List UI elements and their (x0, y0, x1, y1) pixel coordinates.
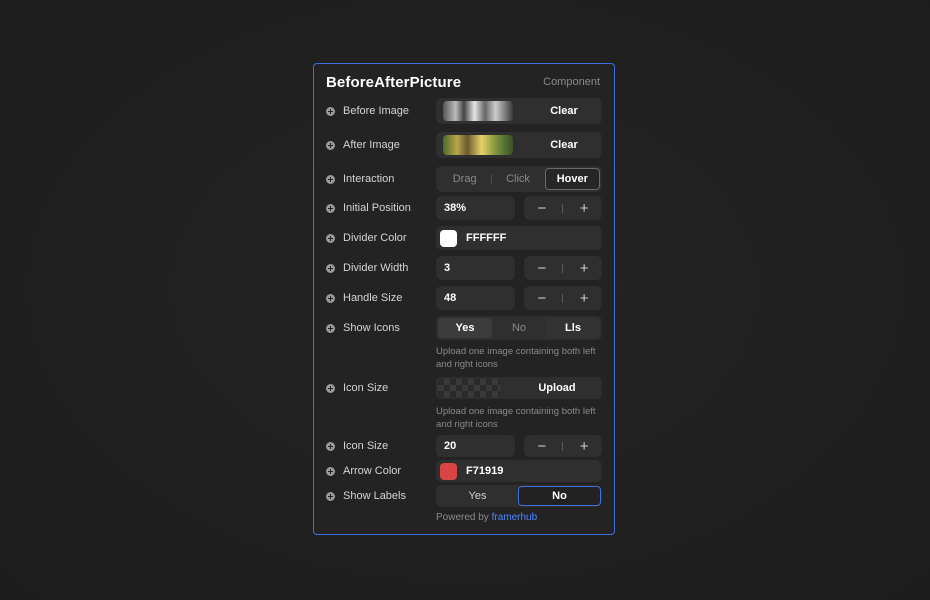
initial-position-label: Initial Position (343, 202, 411, 214)
icon-size-stepper: − + (524, 435, 602, 457)
transparent-image-placeholder (438, 379, 500, 397)
row-interaction: Interaction Drag Click Hover (314, 166, 614, 192)
panel-header: BeforeAfterPicture Component (326, 72, 600, 92)
row-divider-color: Divider Color FFFFFF (314, 225, 614, 251)
add-icon[interactable] (326, 203, 335, 213)
panel-kind-label: Component (543, 76, 600, 88)
add-icon[interactable] (326, 491, 335, 501)
stepper-divider (562, 441, 564, 451)
add-icon[interactable] (326, 233, 335, 243)
row-before-image: Before Image Clear (314, 98, 614, 124)
before-image-label: Before Image (343, 105, 410, 117)
add-icon[interactable] (326, 106, 335, 116)
decrement-button[interactable]: − (527, 438, 557, 455)
add-icon[interactable] (326, 263, 335, 273)
stepper-divider (562, 263, 564, 273)
decrement-button[interactable]: − (527, 260, 557, 277)
show-icons-segmented-control[interactable]: Yes No Lls (436, 316, 602, 340)
show-labels-label: Show Labels (343, 490, 406, 502)
divider-color-hex: FFFFFF (466, 232, 507, 244)
after-image-thumbnail (443, 135, 513, 155)
arrow-color-hex: F71919 (466, 465, 504, 477)
row-handle-size: Handle Size 48 − + (314, 285, 614, 311)
icon-upload-control[interactable]: Upload (436, 377, 602, 399)
row-show-icons: Show Icons Yes No Lls (314, 315, 614, 341)
increment-button[interactable]: + (569, 200, 599, 217)
interaction-label: Interaction (343, 173, 395, 185)
footer-prefix: Powered by (436, 512, 489, 523)
handle-size-label: Handle Size (343, 292, 403, 304)
add-icon[interactable] (326, 323, 335, 333)
properties-panel: BeforeAfterPicture Component Before Imag… (313, 63, 615, 535)
interaction-option-hover[interactable]: Hover (544, 168, 600, 190)
arrow-color-label: Arrow Color (343, 465, 402, 477)
stepper-divider (562, 203, 564, 213)
add-icon[interactable] (326, 441, 335, 451)
divider-width-label: Divider Width (343, 262, 409, 274)
framerhub-link[interactable]: framerhub (492, 512, 538, 523)
increment-button[interactable]: + (569, 438, 599, 455)
upload-hint-text: Upload one image containing both left an… (436, 406, 596, 430)
footer-credit: Powered by framerhub (436, 512, 537, 523)
before-image-thumbnail (443, 101, 513, 121)
color-swatch[interactable] (440, 229, 457, 247)
panel-title: BeforeAfterPicture (326, 73, 462, 91)
stepper-divider (562, 293, 564, 303)
after-image-control[interactable]: Clear (436, 132, 602, 158)
divider-width-stepper: − + (524, 256, 602, 280)
color-swatch[interactable] (440, 462, 457, 480)
row-icon-upload: Icon Size Upload (314, 375, 614, 401)
handle-size-stepper: − + (524, 286, 602, 310)
row-icon-size: Icon Size 20 − + (314, 433, 614, 459)
add-icon[interactable] (326, 140, 335, 150)
decrement-button[interactable]: − (527, 290, 557, 307)
add-icon[interactable] (326, 293, 335, 303)
show-icons-option-yes[interactable]: Yes (438, 318, 492, 338)
handle-size-input[interactable]: 48 (436, 286, 515, 310)
divider-color-label: Divider Color (343, 232, 407, 244)
initial-position-input[interactable]: 38% (436, 196, 515, 220)
row-divider-width: Divider Width 3 − + (314, 255, 614, 281)
add-icon[interactable] (326, 466, 335, 476)
before-image-clear-button[interactable]: Clear (526, 98, 602, 124)
icon-size-label: Icon Size (343, 440, 389, 452)
show-icons-option-lls[interactable]: Lls (546, 318, 600, 338)
row-after-image: After Image Clear (314, 132, 614, 158)
show-icons-option-no[interactable]: No (492, 318, 546, 338)
increment-button[interactable]: + (569, 290, 599, 307)
row-arrow-color: Arrow Color F71919 (314, 458, 614, 484)
icons-hint-text: Upload one image containing both left an… (436, 346, 596, 370)
row-initial-position: Initial Position 38% − + (314, 195, 614, 221)
interaction-option-click[interactable]: Click (491, 169, 544, 189)
divider-color-input[interactable]: FFFFFF (436, 226, 602, 250)
increment-button[interactable]: + (569, 260, 599, 277)
after-image-label: After Image (343, 139, 400, 151)
initial-position-stepper: − + (524, 196, 602, 220)
show-labels-segmented-control[interactable]: Yes No (436, 485, 602, 507)
icon-size-input[interactable]: 20 (436, 435, 515, 457)
interaction-segmented-control[interactable]: Drag Click Hover (436, 166, 602, 192)
add-icon[interactable] (326, 383, 335, 393)
add-icon[interactable] (326, 174, 335, 184)
divider-width-input[interactable]: 3 (436, 256, 515, 280)
decrement-button[interactable]: − (527, 200, 557, 217)
icon-upload-button[interactable]: Upload (512, 377, 602, 399)
before-image-control[interactable]: Clear (436, 98, 602, 124)
show-labels-option-yes[interactable]: Yes (437, 486, 518, 506)
show-icons-label: Show Icons (343, 322, 400, 334)
after-image-clear-button[interactable]: Clear (526, 132, 602, 158)
show-labels-option-no[interactable]: No (518, 486, 601, 506)
row-show-labels: Show Labels Yes No (314, 483, 614, 509)
arrow-color-input[interactable]: F71919 (436, 460, 602, 482)
interaction-option-drag[interactable]: Drag (438, 169, 491, 189)
icon-upload-label: Icon Size (343, 382, 389, 394)
